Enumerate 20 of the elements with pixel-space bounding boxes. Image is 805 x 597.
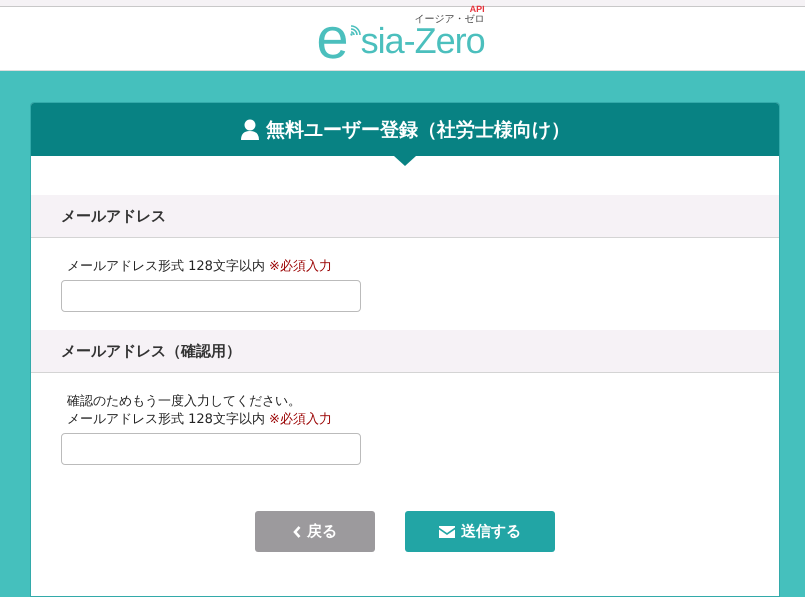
hint-text: メールアドレス形式 128文字以内 bbox=[67, 411, 265, 429]
required-mark: ※必須入力 bbox=[268, 258, 332, 276]
logo-name: sia-Zero bbox=[360, 22, 485, 58]
envelope-icon bbox=[439, 526, 455, 538]
logo-reading: イージア・ゼロ bbox=[414, 14, 485, 24]
signal-icon bbox=[348, 24, 361, 36]
user-icon bbox=[240, 118, 260, 140]
required-mark: ※必須入力 bbox=[268, 411, 332, 429]
api-label: API bbox=[470, 4, 485, 14]
note-text: 確認のためもう一度入力してください。 bbox=[66, 393, 302, 411]
email-field[interactable] bbox=[61, 280, 361, 312]
send-button[interactable]: 送信する bbox=[405, 511, 555, 552]
back-button[interactable]: 戻る bbox=[255, 511, 375, 552]
section-heading: メールアドレス（確認用） bbox=[31, 330, 779, 373]
form-title: 無料ユーザー登録（社労士様向け） bbox=[266, 118, 570, 142]
email-field[interactable] bbox=[61, 433, 361, 465]
section-heading: メールアドレス bbox=[31, 195, 779, 238]
chevron-left-icon bbox=[293, 526, 301, 538]
logo-mark: e bbox=[316, 14, 349, 62]
hint-text: メールアドレス形式 128文字以内 bbox=[67, 258, 265, 276]
